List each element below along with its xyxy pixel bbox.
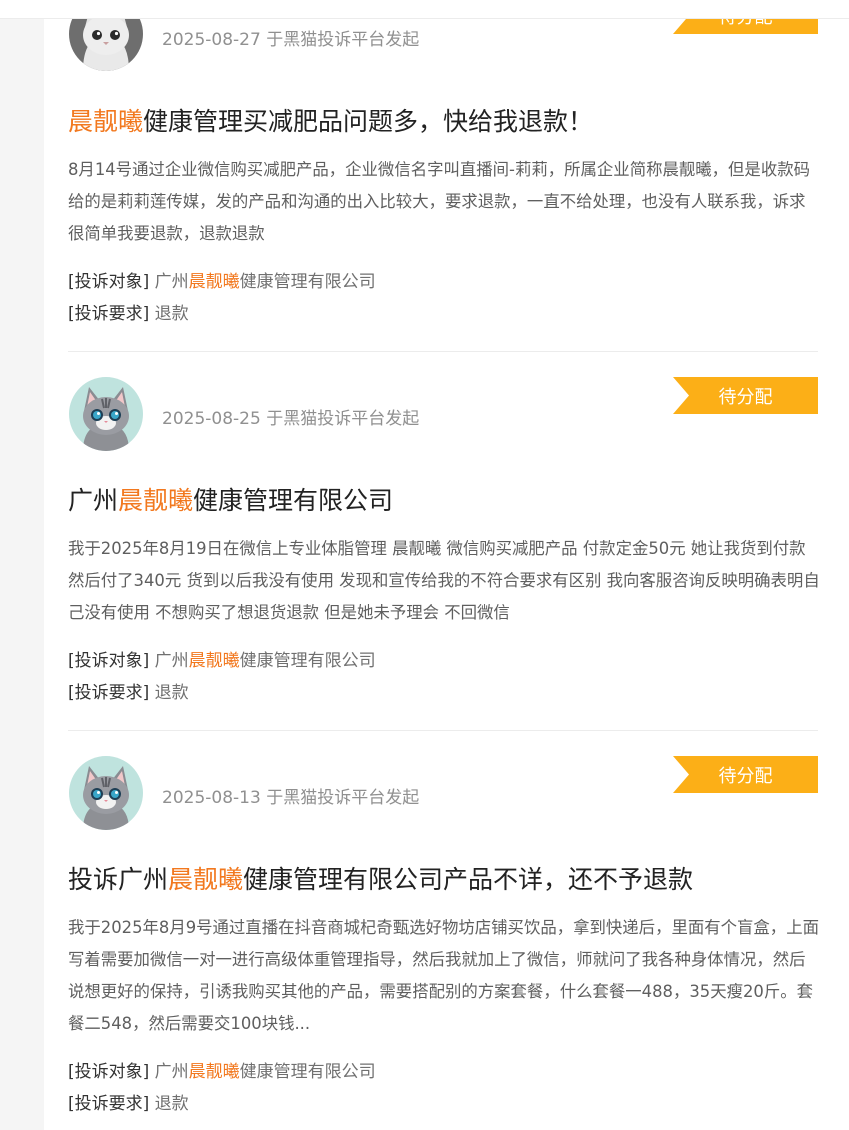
complaint-list: 2025-08-27 于黑猫投诉平台发起 待分配 晨靓曦健康管理买减肥品问题多，… xyxy=(44,0,849,1130)
cat-avatar-icon[interactable] xyxy=(69,377,143,451)
divider xyxy=(68,730,818,731)
complaint-title-prefix: 投诉广州 xyxy=(68,865,169,894)
complaint-target: [投诉对象] 广州晨靓曦健康管理有限公司 xyxy=(68,1057,376,1082)
complaint-card[interactable]: 2025-08-27 于黑猫投诉平台发起 待分配 晨靓曦健康管理买减肥品问题多，… xyxy=(68,0,818,332)
complaint-target-label: [投诉对象] xyxy=(68,1062,150,1082)
status-badge: 待分配 xyxy=(673,756,818,793)
complaint-demand-value: 退款 xyxy=(154,683,189,703)
complaint-date: 2025-08-27 于黑猫投诉平台发起 xyxy=(162,30,420,50)
divider xyxy=(68,351,818,352)
complaint-demand: [投诉要求] 退款 xyxy=(68,1089,189,1114)
complaint-demand-value: 退款 xyxy=(154,304,189,324)
complaint-demand: [投诉要求] 退款 xyxy=(68,299,189,324)
complaint-description: 我于2025年8月19日在微信上专业体脂管理 晨靓曦 微信购买减肥产品 付款定金… xyxy=(68,539,820,622)
complaint-date: 2025-08-13 于黑猫投诉平台发起 xyxy=(162,788,420,808)
complaint-demand-label: [投诉要求] xyxy=(68,1094,150,1114)
complaint-target-value[interactable]: 广州晨靓曦健康管理有限公司 xyxy=(155,651,376,671)
complaint-demand-label: [投诉要求] xyxy=(68,304,150,324)
complaint-title[interactable]: 广州晨靓曦健康管理有限公司 xyxy=(68,481,393,517)
complaint-title-keyword: 晨靓曦 xyxy=(68,107,144,136)
complaint-description: 我于2025年8月9号通过直播在抖音商城杞奇甄选好物坊店铺买饮品，拿到快递后，里… xyxy=(68,918,819,1033)
complaint-demand-value: 退款 xyxy=(154,1094,189,1114)
complaint-target-value[interactable]: 广州晨靓曦健康管理有限公司 xyxy=(155,1062,376,1082)
cat-avatar-icon[interactable] xyxy=(69,756,143,830)
status-badge-label: 待分配 xyxy=(718,386,773,408)
status-badge: 待分配 xyxy=(673,377,818,414)
status-badge-label: 待分配 xyxy=(718,765,773,787)
complaint-card[interactable]: 2025-08-13 于黑猫投诉平台发起 待分配 投诉广州晨靓曦健康管理有限公司… xyxy=(68,756,819,1126)
complaint-title[interactable]: 投诉广州晨靓曦健康管理有限公司产品不详，还不予退款 xyxy=(68,860,693,896)
complaint-title-prefix: 广州 xyxy=(68,486,119,515)
complaint-target: [投诉对象] 广州晨靓曦健康管理有限公司 xyxy=(68,646,376,671)
complaint-date: 2025-08-25 于黑猫投诉平台发起 xyxy=(162,409,420,429)
complaint-target-label: [投诉对象] xyxy=(68,651,150,671)
complaint-title-keyword: 晨靓曦 xyxy=(168,865,244,894)
complaint-demand-label: [投诉要求] xyxy=(68,683,150,703)
complaint-title-keyword: 晨靓曦 xyxy=(118,486,194,515)
complaint-target: [投诉对象] 广州晨靓曦健康管理有限公司 xyxy=(68,267,376,292)
complaint-title-suffix: 健康管理买减肥品问题多，快给我退款！ xyxy=(143,107,594,136)
complaint-target-label: [投诉对象] xyxy=(68,272,150,292)
complaint-demand: [投诉要求] 退款 xyxy=(68,678,189,703)
complaint-title[interactable]: 晨靓曦健康管理买减肥品问题多，快给我退款！ xyxy=(68,102,593,138)
complaint-title-suffix: 健康管理有限公司产品不详，还不予退款 xyxy=(243,865,694,894)
complaint-description: 8月14号通过企业微信购买减肥产品，企业微信名字叫直播间-莉莉，所属企业简称晨靓… xyxy=(68,160,810,243)
complaint-title-suffix: 健康管理有限公司 xyxy=(193,486,394,515)
complaint-card[interactable]: 2025-08-25 于黑猫投诉平台发起 待分配 广州晨靓曦健康管理有限公司 我… xyxy=(68,377,820,707)
top-bar xyxy=(0,0,849,19)
complaint-target-value[interactable]: 广州晨靓曦健康管理有限公司 xyxy=(155,272,376,292)
